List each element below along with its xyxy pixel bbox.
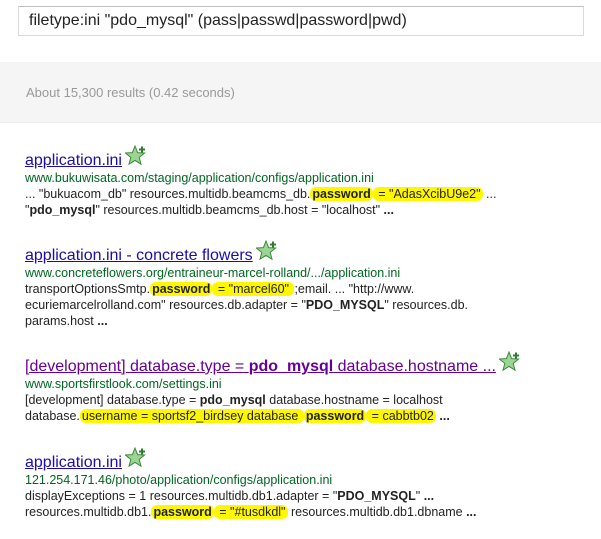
- plus-star-icon[interactable]: [254, 239, 278, 262]
- result-snippet-line: params.host ...: [25, 313, 595, 329]
- result-title-link[interactable]: [development] database.type = pdo_mysql …: [25, 358, 496, 376]
- result-snippet-line: [development] database.type = pdo_mysql …: [25, 392, 595, 408]
- highlighted-text: = "#tusdkdl": [213, 505, 288, 519]
- snippet-text: displayExceptions = 1 resources.multidb.…: [25, 489, 338, 503]
- result-snippet-line: resources.multidb.db1. password = "#tusdk…: [25, 504, 595, 520]
- plus-star-icon[interactable]: [124, 446, 147, 469]
- highlighted-text: password: [303, 409, 367, 423]
- result-snippet-line: ... "bukuacom_db" resources.multidb.beam…: [25, 186, 595, 202]
- snippet-text: database.hostname = localhost: [265, 393, 443, 407]
- snippet-text: pdo_mysql: [248, 358, 334, 375]
- search-result: application.ini www.bukuwisata.com/stagi…: [25, 144, 595, 218]
- result-snippet-line: "pdo_mysql" resources.multidb.beamcms_db…: [25, 202, 595, 218]
- result-snippet-line: transportOptionsSmtp. password = "marcel6…: [25, 281, 595, 297]
- plus-star-icon[interactable]: [498, 350, 521, 373]
- snippet-text: pdo_mysql: [29, 203, 96, 217]
- highlighted-text: = cabbtb02: [366, 409, 436, 423]
- search-result: application.ini 121.254.171.46/photo/app…: [25, 446, 595, 520]
- highlighted-text: = "AdasXcibU9e2": [372, 187, 483, 201]
- snippet-text: database.: [25, 409, 80, 423]
- search-input[interactable]: [19, 7, 583, 35]
- snippet-text: [development] database.type =: [25, 393, 200, 407]
- result-url: 121.254.171.46/photo/application/configs…: [25, 473, 333, 487]
- snippet-text: ...: [466, 505, 477, 519]
- snippet-text: params.host: [25, 314, 98, 328]
- plus-star-icon[interactable]: [124, 144, 147, 167]
- highlighted-text: password: [151, 505, 214, 519]
- snippet-text: ecuriemarcelrolland.com" resources.db.ad…: [25, 298, 306, 312]
- result-stats: About 15,300 results (0.42 seconds): [26, 85, 235, 100]
- snippet-text: ...: [423, 489, 435, 503]
- snippet-text: ...: [482, 187, 497, 201]
- snippet-text: PDO_MYSQL: [305, 298, 385, 312]
- results-header: About 15,300 results (0.42 seconds): [0, 62, 601, 123]
- snippet-text: transportOptionsSmtp.: [25, 282, 151, 296]
- result-title-link[interactable]: application.ini - concrete flowers: [25, 247, 253, 265]
- snippet-text: [development] database.type =: [25, 358, 249, 375]
- snippet-text: resources.multidb.db1.dbname: [287, 505, 467, 519]
- snippet-text: ": [415, 489, 424, 503]
- result-snippet-line: database. username = sportsf2_birdsey dat…: [25, 408, 595, 424]
- highlighted-text: password: [310, 187, 373, 201]
- snippet-text: resources.multidb.db1.: [25, 505, 152, 519]
- search-result: application.ini - concrete flowers www.c…: [25, 239, 595, 329]
- result-url: www.sportsfirstlook.com/settings.ini: [25, 377, 222, 391]
- result-snippet-line: ecuriemarcelrolland.com" resources.db.ad…: [25, 297, 595, 313]
- snippet-text: PDO_MYSQL: [337, 489, 416, 503]
- highlighted-text: = "marcel60": [212, 282, 295, 296]
- snippet-text: pdo_mysql: [199, 393, 266, 407]
- snippet-text: " resources.multidb.beamcms_db.host = "l…: [95, 203, 384, 217]
- snippet-text: " resources.db.: [384, 298, 469, 312]
- result-url: www.bukuwisata.com/staging/application/c…: [25, 171, 374, 185]
- snippet-text: ... "bukuacom_db" resources.multidb.beam…: [25, 187, 311, 201]
- highlighted-text: username = sportsf2_birdsey database: [79, 409, 304, 423]
- result-title-link[interactable]: application.ini: [25, 152, 122, 170]
- highlighted-text: password: [150, 282, 213, 296]
- result-title-link[interactable]: application.ini: [25, 454, 122, 472]
- result-url: www.concreteflowers.org/entraineur-marce…: [25, 266, 401, 280]
- snippet-text: ...: [439, 409, 450, 423]
- snippet-text: ;email. ... "http://www.: [294, 282, 415, 296]
- snippet-text: ...: [383, 203, 394, 217]
- snippet-text: ...: [97, 314, 108, 328]
- result-snippet-line: displayExceptions = 1 resources.multidb.…: [25, 488, 595, 504]
- snippet-text: database.hostname ...: [333, 358, 496, 375]
- search-result: [development] database.type = pdo_mysql …: [25, 350, 595, 424]
- search-bar[interactable]: [18, 6, 584, 36]
